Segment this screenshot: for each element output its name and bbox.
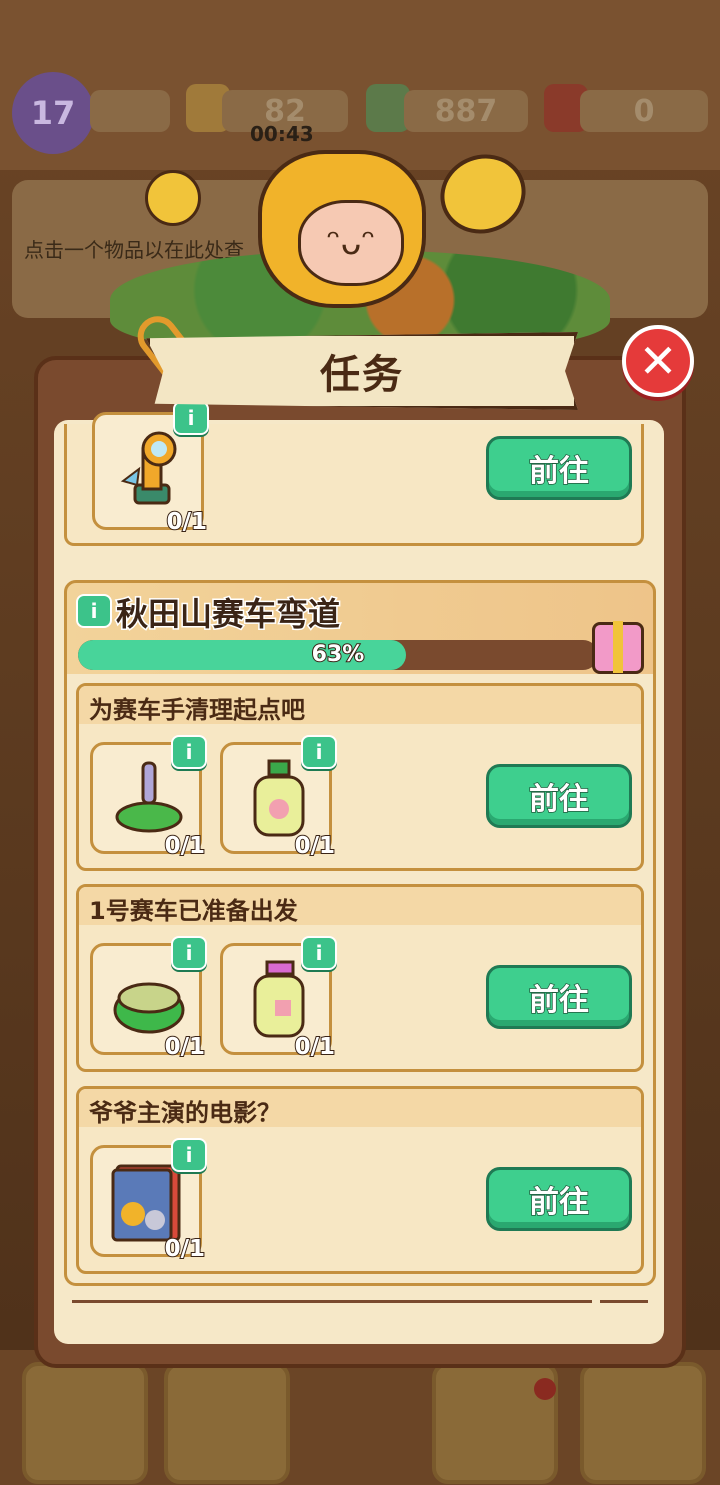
panel-title: 任务 [320, 352, 404, 398]
info-icon[interactable]: i [301, 936, 337, 970]
shampoo-bottle-icon [253, 960, 305, 1038]
task-item-slot[interactable]: 0/1 i [220, 936, 337, 1061]
gift-box-icon[interactable] [592, 621, 644, 674]
progress-text: 63% [311, 641, 366, 668]
info-icon[interactable]: i [173, 401, 209, 435]
task-title: 1号赛车已准备出发 [89, 897, 298, 925]
close-icon: ✕ [638, 334, 678, 388]
notification-dot [534, 1378, 556, 1400]
item-count: 0/1 [164, 832, 206, 860]
go-button-4[interactable]: 前往 [486, 1167, 632, 1231]
info-icon[interactable]: i [171, 936, 207, 970]
go-button-1[interactable]: 前往 [486, 436, 632, 500]
section-title: 秋田山赛车弯道 [114, 594, 341, 635]
item-count: 0/1 [166, 508, 208, 536]
info-icon[interactable]: i [171, 735, 207, 769]
task-item-slot[interactable]: 0/1 i [90, 1138, 207, 1263]
task-item-slot[interactable]: 0/1 i [90, 735, 207, 860]
xp-bar [90, 90, 170, 132]
task-title: 为赛车手清理起点吧 [89, 696, 305, 724]
cash-counter: 887 [404, 90, 528, 132]
info-icon[interactable]: i [171, 1138, 207, 1172]
task-title: 爷爷主演的电影？ [89, 1099, 281, 1127]
divider [600, 1300, 648, 1303]
item-count: 0/1 [294, 832, 336, 860]
panel-title-banner: 任务 [146, 332, 578, 410]
task-item-slot[interactable]: 0/1 i [92, 401, 209, 536]
level-badge: 17 [12, 72, 94, 154]
soap-bottle-icon [253, 759, 305, 837]
back-button[interactable] [22, 1362, 148, 1484]
sponge-icon [113, 982, 185, 1034]
energy-timer: 00:43 [250, 122, 314, 146]
info-icon[interactable]: i [301, 735, 337, 769]
section-info-icon[interactable]: i [76, 594, 112, 628]
section-progress-bar: 63% [78, 640, 598, 670]
gem-counter: 0 [580, 90, 708, 132]
go-button-2[interactable]: 前往 [486, 764, 632, 828]
item-count: 0/1 [164, 1235, 206, 1263]
bird-icon [145, 170, 201, 226]
scrub-brush-icon [115, 761, 183, 833]
go-button-3[interactable]: 前往 [486, 965, 632, 1029]
task-item-slot[interactable]: 0/1 i [220, 735, 337, 860]
mascot-face: ᵔᴗᵔ [298, 200, 404, 286]
backpack-button[interactable] [164, 1362, 290, 1484]
hint-text: 点击一个物品以在此处查 [24, 238, 244, 262]
hud-bar [0, 0, 720, 170]
close-button[interactable]: ✕ [622, 325, 694, 397]
movie-poster-icon [111, 1164, 181, 1242]
sprinkler-icon [120, 431, 177, 505]
item-count: 0/1 [294, 1033, 336, 1061]
tasks-button[interactable] [580, 1362, 706, 1484]
item-count: 0/1 [164, 1033, 206, 1061]
task-item-slot[interactable]: 0/1 i [90, 936, 207, 1061]
divider [72, 1300, 592, 1303]
